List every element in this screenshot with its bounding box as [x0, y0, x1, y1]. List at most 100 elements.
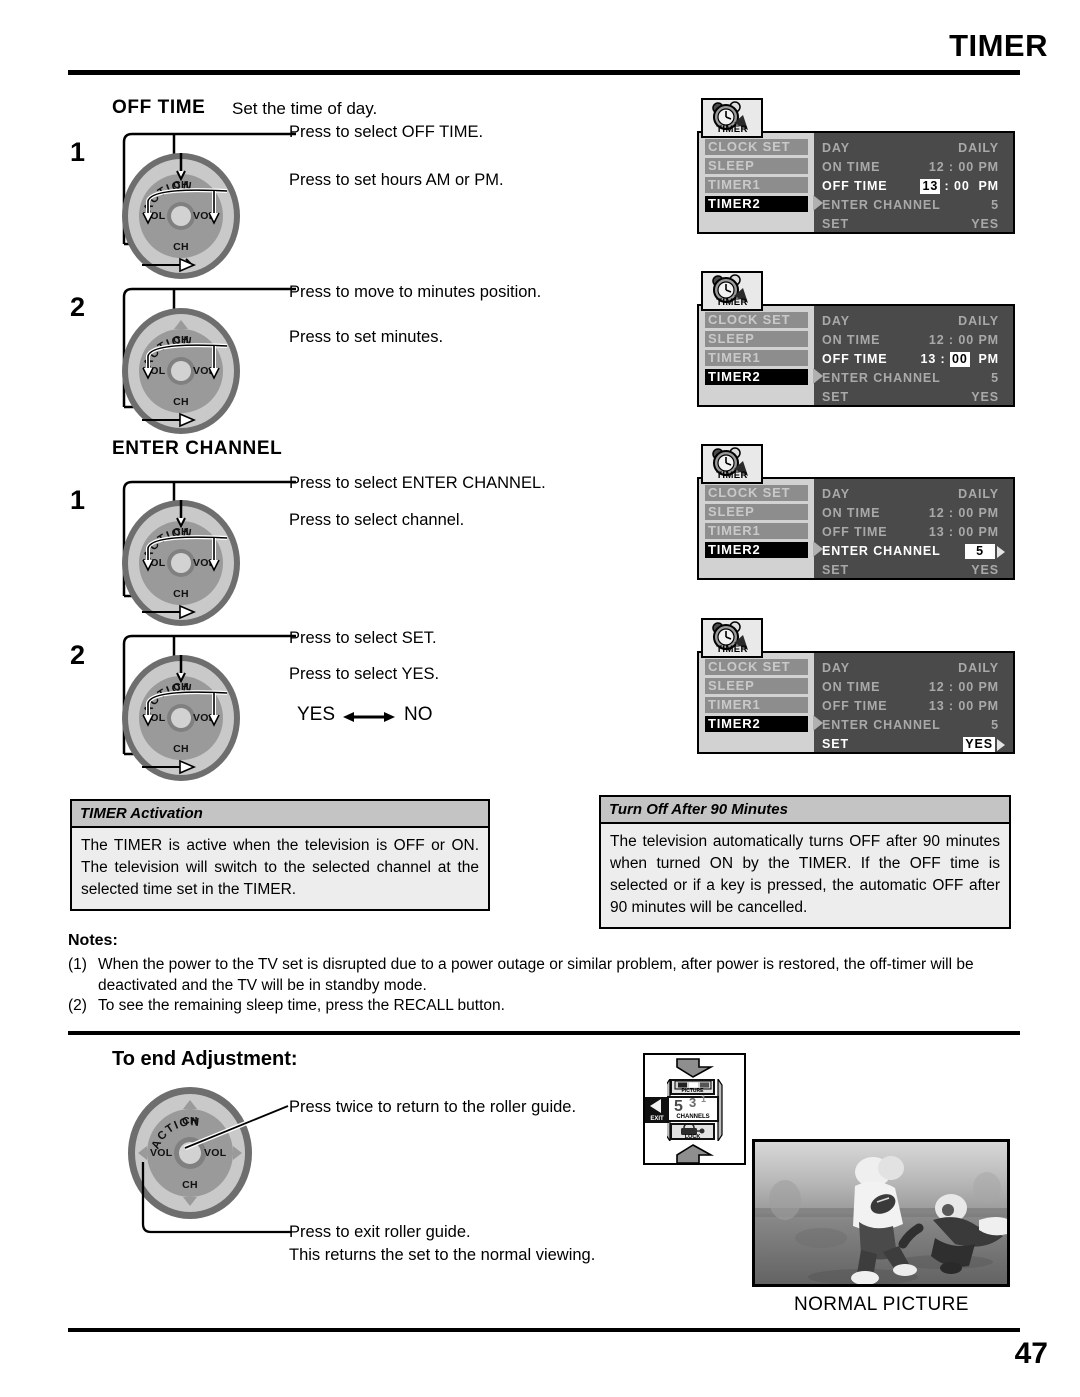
osd-body: CLOCK SET SLEEP TIMER1 TIMER2 DAY DAILY …	[697, 131, 1015, 234]
callout-offtime-2-b: Press to set minutes.	[289, 328, 444, 346]
osd-content: DAY DAILY ON TIME 12 : 00 PM OFF TIME 13…	[814, 306, 1013, 405]
osd-row-set[interactable]: SET YES	[822, 735, 1005, 754]
osd-row-value: 5	[991, 371, 999, 385]
osd-menu-item-timer1[interactable]: TIMER1	[705, 350, 808, 366]
osd-row-day[interactable]: DAY DAILY	[822, 312, 1005, 331]
notes-heading: Notes:	[68, 932, 118, 949]
osd-row-enter-channel[interactable]: ENTER CHANNEL 5	[822, 542, 1005, 561]
callout-ec-1-a: Press to select ENTER CHANNEL.	[289, 474, 546, 492]
toggle-no-label: NO	[404, 704, 433, 725]
osd-menu-item-timer2[interactable]: TIMER2	[705, 196, 808, 212]
callout-end-adjust-b: Press to exit roller guide.	[289, 1223, 471, 1241]
page-title: TIMER	[949, 28, 1048, 63]
osd-right-arrow-icon	[997, 738, 1005, 751]
osd-row-value: YES	[971, 390, 999, 404]
osd-row-off-time[interactable]: OFF TIME 13 : 00 PM	[822, 697, 1005, 716]
osd-row-enter-channel[interactable]: ENTER CHANNEL 5	[822, 196, 1005, 215]
osd-timer-tab-1[interactable]: TIMER	[701, 98, 763, 138]
osd-panel-2[interactable]: TIMER CLOCK SET SLEEP TIMER1 TIMER2 DAY …	[697, 271, 1015, 407]
osd-menu-item-clock-set[interactable]: CLOCK SET	[705, 312, 808, 328]
osd-row-value: YES	[971, 563, 999, 577]
osd-body: CLOCK SET SLEEP TIMER1 TIMER2 DAY DAILY …	[697, 651, 1015, 754]
step-number-ec-2: 2	[70, 640, 86, 670]
osd-row-label: OFF TIME	[822, 352, 888, 366]
osd-row-day[interactable]: DAY DAILY	[822, 485, 1005, 504]
osd-menu-item-clock-set[interactable]: CLOCK SET	[705, 659, 808, 675]
to-end-adjustment-heading: To end Adjustment:	[112, 1048, 298, 1070]
osd-row-day[interactable]: DAY DAILY	[822, 659, 1005, 678]
osd-row-enter-channel[interactable]: ENTER CHANNEL 5	[822, 369, 1005, 388]
osd-menu-item-sleep[interactable]: SLEEP	[705, 331, 808, 347]
roller-channel-number-small: 1	[701, 1094, 707, 1104]
enter-channel-heading: ENTER CHANNEL	[112, 438, 283, 459]
osd-panel-1[interactable]: TIMER CLOCK SET SLEEP TIMER1 TIMER2 DAY …	[697, 98, 1015, 234]
dial-arrow-overlay	[142, 153, 228, 273]
roller-exit-tab[interactable]: EXIT	[645, 1097, 669, 1123]
osd-menu-item-timer2[interactable]: TIMER2	[705, 716, 808, 732]
osd-row-value: 5	[991, 718, 999, 732]
toggle-yes-label: YES	[297, 704, 336, 725]
osd-row-on-time[interactable]: ON TIME 12 : 00 PM	[822, 158, 1005, 177]
roller-guide-panel[interactable]: PICTURE 5 3 1 CHANNELS EXIT LOCK	[643, 1053, 746, 1165]
osd-menu-item-timer2[interactable]: TIMER2	[705, 369, 808, 385]
note-item-2: (2) To see the remaining sleep time, pre…	[68, 996, 1018, 1017]
osd-menu-item-timer1[interactable]: TIMER1	[705, 177, 808, 193]
dial-control-offtime-1[interactable]: ACTION CH CH VOL VOL	[122, 153, 240, 279]
step-number-offtime-1: 1	[70, 137, 86, 167]
osd-row-set[interactable]: SET YES	[822, 561, 1005, 580]
osd-row-enter-channel[interactable]: ENTER CHANNEL 5	[822, 716, 1005, 735]
dial-control-ec-1[interactable]: ACTION CH CH VOL VOL	[122, 500, 240, 626]
osd-menu-item-sleep[interactable]: SLEEP	[705, 158, 808, 174]
osd-edit-chip-set[interactable]: YES	[963, 737, 995, 752]
football-photo	[755, 1142, 1007, 1284]
osd-row-label: DAY	[822, 487, 850, 501]
osd-menu-item-clock-set[interactable]: CLOCK SET	[705, 139, 808, 155]
osd-edit-chip-minute[interactable]: 00	[949, 352, 970, 367]
dial-control-ec-2[interactable]: ACTION CH CH VOL VOL	[122, 655, 240, 781]
osd-timer-tab-4[interactable]: TIMER	[701, 618, 763, 658]
osd-row-value: 5	[965, 542, 1005, 561]
osd-menu-item-sleep[interactable]: SLEEP	[705, 504, 808, 520]
osd-row-day[interactable]: DAY DAILY	[822, 139, 1005, 158]
osd-tab-label: TIMER	[716, 470, 748, 481]
osd-row-off-time[interactable]: OFF TIME 13 : 00 PM	[822, 523, 1005, 542]
osd-menu-item-timer1[interactable]: TIMER1	[705, 523, 808, 539]
osd-row-label: OFF TIME	[822, 699, 888, 713]
roller-channels-band[interactable]: 5 3 1 CHANNELS	[667, 1094, 719, 1122]
osd-timer-tab-3[interactable]: TIMER	[701, 444, 763, 484]
osd-row-on-time[interactable]: ON TIME 12 : 00 PM	[822, 678, 1005, 697]
off-time-heading: OFF TIME	[112, 97, 206, 118]
osd-sidebar[interactable]: CLOCK SET SLEEP TIMER1 TIMER2	[699, 306, 823, 405]
roller-exit-label: EXIT	[650, 1116, 664, 1122]
osd-panel-3[interactable]: TIMER CLOCK SET SLEEP TIMER1 TIMER2 DAY …	[697, 444, 1015, 580]
osd-row-value: 12 : 00 PM	[928, 333, 999, 347]
osd-menu-item-sleep[interactable]: SLEEP	[705, 678, 808, 694]
roller-lock-band[interactable]: LOCK	[670, 1123, 715, 1140]
osd-menu-item-clock-set[interactable]: CLOCK SET	[705, 485, 808, 501]
tv-normal-picture	[752, 1139, 1010, 1287]
tv-picture-caption: NORMAL PICTURE	[794, 1294, 969, 1315]
dial-control-offtime-2[interactable]: ACTION CH CH VOL VOL	[122, 308, 240, 434]
osd-row-off-time[interactable]: OFF TIME 13 : 00 PM	[822, 177, 1005, 196]
osd-edit-chip-hour[interactable]: 13	[920, 179, 941, 194]
osd-menu-item-timer2[interactable]: TIMER2	[705, 542, 808, 558]
callout-ec-1-b: Press to select channel.	[289, 511, 465, 529]
osd-row-label: ENTER CHANNEL	[822, 544, 941, 558]
osd-row-on-time[interactable]: ON TIME 12 : 00 PM	[822, 504, 1005, 523]
osd-sidebar[interactable]: CLOCK SET SLEEP TIMER1 TIMER2	[699, 133, 823, 232]
step-number-offtime-2: 2	[70, 292, 86, 322]
osd-edit-chip-channel[interactable]: 5	[965, 544, 995, 559]
osd-sidebar[interactable]: CLOCK SET SLEEP TIMER1 TIMER2	[699, 479, 823, 578]
osd-row-off-time[interactable]: OFF TIME 13 : 00 PM	[822, 350, 1005, 369]
osd-panel-4[interactable]: TIMER CLOCK SET SLEEP TIMER1 TIMER2 DAY …	[697, 618, 1015, 754]
osd-timer-tab-2[interactable]: TIMER	[701, 271, 763, 311]
osd-row-set[interactable]: SET YES	[822, 215, 1005, 234]
osd-row-label: DAY	[822, 314, 850, 328]
osd-content: DAY DAILY ON TIME 12 : 00 PM OFF TIME 13…	[814, 133, 1013, 232]
osd-row-set[interactable]: SET YES	[822, 388, 1005, 407]
osd-menu-item-timer1[interactable]: TIMER1	[705, 697, 808, 713]
osd-sidebar[interactable]: CLOCK SET SLEEP TIMER1 TIMER2	[699, 653, 823, 752]
osd-row-on-time[interactable]: ON TIME 12 : 00 PM	[822, 331, 1005, 350]
callout-offtime-2-a: Press to move to minutes position.	[289, 283, 542, 301]
roller-down-arrow-icon	[676, 1058, 715, 1078]
